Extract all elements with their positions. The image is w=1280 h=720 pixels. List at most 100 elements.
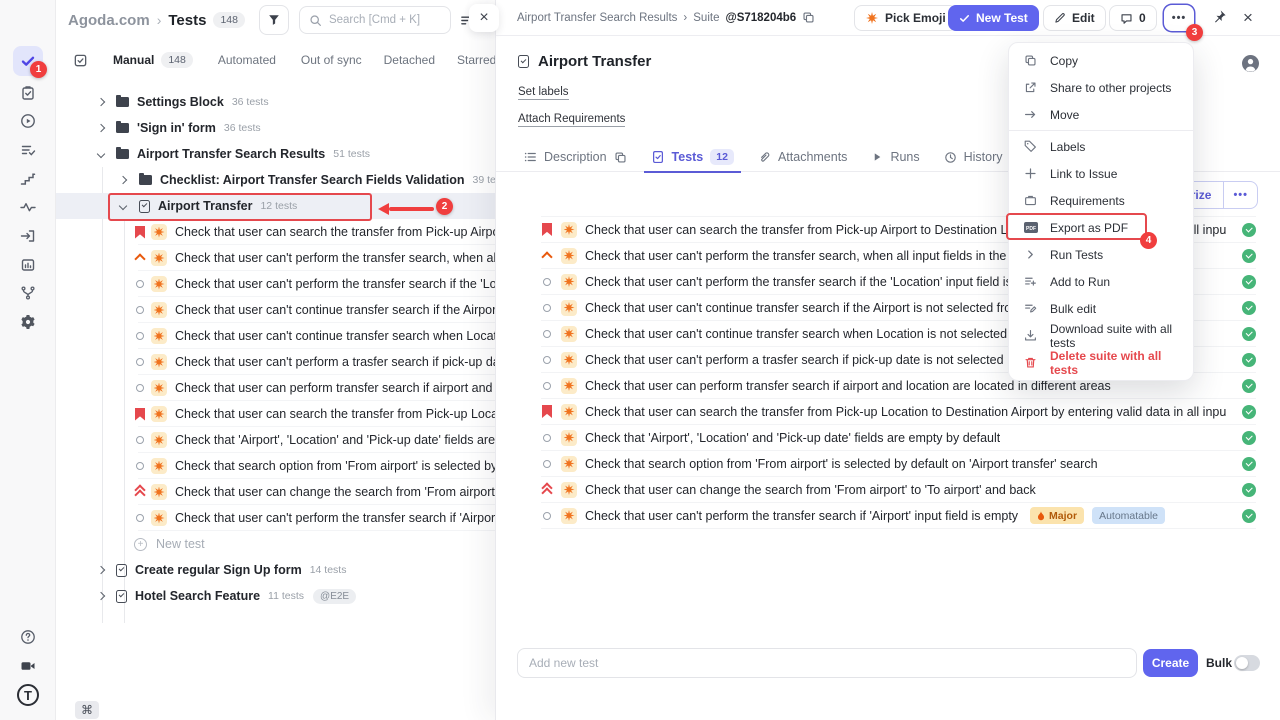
play-icon [871, 151, 883, 163]
suite-title: Airport Transfer [538, 53, 651, 70]
app-logo[interactable]: T [13, 680, 43, 710]
menu-item-share[interactable]: Share to other projects [1009, 74, 1193, 101]
tab-description[interactable]: Description [523, 143, 627, 172]
sidebar-item-help[interactable] [13, 622, 43, 652]
comments-button[interactable]: 0 [1109, 5, 1157, 31]
sidebar-item-checklists[interactable] [13, 135, 43, 165]
copy-icon[interactable] [802, 11, 815, 24]
pin-button[interactable] [1212, 9, 1227, 24]
sidebar-item-analytics[interactable] [13, 192, 43, 222]
chevron-right-icon[interactable] [97, 566, 105, 574]
user-avatar[interactable] [1242, 55, 1259, 72]
suite-id: @S718204b6 [725, 12, 796, 24]
chevron-right-icon[interactable] [97, 592, 105, 600]
filter-button[interactable] [259, 5, 289, 35]
sidebar-item-reports[interactable] [13, 250, 43, 280]
test-row[interactable]: Check that user can change the search fr… [541, 477, 1256, 503]
test-row[interactable]: Check that search option from 'From airp… [541, 451, 1256, 477]
flame-icon [1037, 511, 1045, 521]
priority-icon [541, 275, 553, 289]
plus-icon [1024, 167, 1037, 180]
priority-icon [541, 223, 553, 237]
breadcrumb-parent[interactable]: Airport Transfer Search Results [517, 12, 677, 24]
tab-manual[interactable]: Manual [113, 53, 154, 67]
sidebar-item-runs[interactable] [13, 106, 43, 136]
chevron-down-icon[interactable] [97, 150, 105, 158]
status-check-icon [1242, 353, 1256, 367]
tab-runs[interactable]: Runs [871, 143, 919, 172]
sidebar-item-settings[interactable] [13, 307, 43, 337]
select-tests-button[interactable] [73, 53, 88, 68]
test-row[interactable]: Check that 'Airport', 'Location' and 'Pi… [541, 425, 1256, 451]
priority-icon [541, 379, 553, 393]
priority-icon [134, 225, 146, 239]
video-icon [20, 658, 36, 674]
menu-item-run-tests[interactable]: Run Tests [1009, 241, 1193, 268]
collision-emoji-icon [561, 352, 577, 368]
menu-item-delete-suite[interactable]: Delete suite with all tests [1009, 349, 1193, 376]
chevron-right-icon[interactable] [97, 98, 105, 106]
sidebar-item-import[interactable] [13, 221, 43, 251]
menu-item-requirements[interactable]: Requirements [1009, 187, 1193, 214]
add-new-test-input[interactable] [517, 648, 1137, 678]
menu-item-add-to-run[interactable]: Add to Run [1009, 268, 1193, 295]
status-check-icon [1242, 457, 1256, 471]
pick-emoji-button[interactable]: Pick Emoji [854, 5, 957, 31]
menu-item-labels[interactable]: Labels [1009, 133, 1193, 160]
collision-emoji-icon [151, 380, 167, 396]
copy-icon[interactable] [614, 151, 627, 164]
chevron-down-icon[interactable] [119, 202, 127, 210]
folder-icon [116, 123, 129, 133]
suite-doc-icon [518, 55, 529, 68]
suite-doc-icon [116, 564, 127, 577]
test-row[interactable]: Check that user can't perform the transf… [541, 503, 1256, 529]
menu-item-export-pdf[interactable]: PDF Export as PDF 4 [1009, 214, 1193, 241]
tree-item-count: 36 tests [232, 96, 269, 108]
bulk-toggle[interactable] [1234, 655, 1260, 671]
test-doc-icon [651, 150, 665, 164]
paperclip-icon [758, 151, 771, 164]
chevron-right-icon[interactable] [119, 176, 127, 184]
menu-item-bulk-edit[interactable]: Bulk edit [1009, 295, 1193, 322]
sidebar-item-plans[interactable] [13, 78, 43, 108]
search-input[interactable]: Search [Cmd + K] [299, 6, 451, 34]
chevron-right-icon[interactable] [97, 124, 105, 132]
menu-item-download-suite[interactable]: Download suite with all tests [1009, 322, 1193, 349]
summarize-more-button[interactable]: ••• [1224, 182, 1257, 208]
tab-starred[interactable]: Starred [457, 53, 496, 67]
tab-detached[interactable]: Detached [384, 53, 435, 67]
menu-item-link-to-issue[interactable]: Link to Issue [1009, 160, 1193, 187]
new-test-button[interactable]: New Test [948, 5, 1039, 31]
set-labels-link[interactable]: Set labels [518, 86, 569, 100]
sidebar-item-tests[interactable]: 1 [13, 46, 43, 76]
priority-icon [134, 329, 146, 343]
priority-icon [134, 251, 146, 265]
priority-icon [541, 249, 553, 263]
test-row[interactable]: Check that user can search the transfer … [541, 399, 1256, 425]
drawer-close-button[interactable]: × [469, 4, 499, 32]
priority-icon [541, 483, 553, 497]
sidebar-item-tutorials[interactable] [13, 651, 43, 681]
tab-history[interactable]: History [944, 143, 1003, 172]
breadcrumb-project[interactable]: Agoda.com [68, 12, 150, 29]
drawer-header-close-button[interactable]: × [1243, 8, 1253, 28]
create-button[interactable]: Create [1143, 649, 1198, 677]
collision-emoji-icon [151, 484, 167, 500]
tree-item-label: Create regular Sign Up form [135, 563, 302, 577]
sidebar-item-steps[interactable] [13, 164, 43, 194]
tab-automated[interactable]: Automated [218, 53, 276, 67]
attach-requirements-link[interactable]: Attach Requirements [518, 113, 625, 127]
tree-item-label: 'Sign in' form [137, 121, 216, 135]
tab-tests[interactable]: Tests 12 [651, 143, 734, 172]
import-icon [20, 228, 36, 244]
edit-button[interactable]: Edit [1043, 5, 1106, 31]
collision-emoji-icon [151, 276, 167, 292]
menu-item-move[interactable]: Move [1009, 101, 1193, 128]
download-icon [1024, 329, 1037, 342]
tree-item-count: 36 tests [224, 122, 261, 134]
sidebar-item-branches[interactable] [13, 278, 43, 308]
tab-attachments[interactable]: Attachments [758, 143, 847, 172]
play-circle-icon [20, 113, 36, 129]
menu-item-copy[interactable]: Copy [1009, 47, 1193, 74]
tab-out-of-sync[interactable]: Out of sync [301, 53, 362, 67]
